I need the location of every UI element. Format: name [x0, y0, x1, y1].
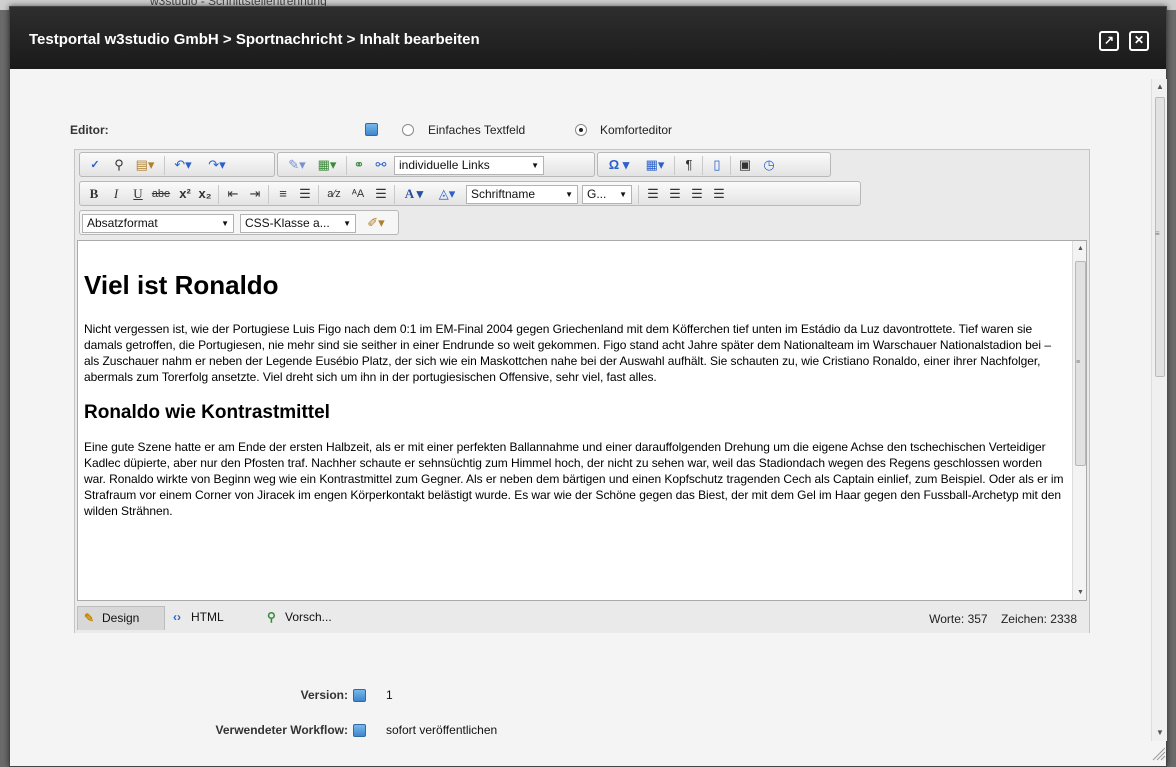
editor-select-row: Editor: Einfaches Textfeld Komforteditor [70, 121, 770, 141]
subscript-icon[interactable]: x₂ [196, 186, 214, 202]
scroll-down-icon[interactable]: ▼ [1152, 725, 1168, 741]
italic-icon[interactable]: I [108, 186, 124, 202]
font-color-icon[interactable]: A ▾ [400, 186, 428, 202]
justify-icon[interactable]: ☰ [710, 186, 728, 202]
toolbar-group-style: Absatzformat ▼ CSS-Klasse a... ▼ ✐▾ [79, 210, 399, 235]
version-label: Version: [300, 688, 348, 702]
align-left-icon[interactable]: ☰ [644, 186, 662, 202]
links-dropdown[interactable]: individuelle Links ▼ [394, 156, 544, 175]
version-value: 1 [386, 688, 393, 702]
word-count: Worte: 357 [929, 612, 988, 626]
clock-icon[interactable]: ◷ [760, 157, 778, 173]
toolbar-group-special: Ω ▾ ▦▾ ¶ ▯ ▣ ◷ [597, 152, 831, 177]
toolbar-group-edit: ✓ ⚲ ▤▾ ↶▾ ↷▾ [79, 152, 275, 177]
magnifier-icon: ⚲ [267, 610, 276, 624]
css-class-dropdown[interactable]: CSS-Klasse a... ▼ [240, 214, 356, 233]
align-center-icon[interactable]: ☰ [666, 186, 684, 202]
radio-comfort-label[interactable]: Komforteditor [600, 123, 672, 137]
bold-icon[interactable]: B [86, 186, 102, 202]
align-right-icon[interactable]: ☰ [688, 186, 706, 202]
tab-design[interactable]: ✎ Design [77, 606, 165, 630]
pencil-icon: ✎ [84, 611, 95, 625]
sort-icon[interactable]: a⁄z [324, 186, 344, 202]
doc-heading-2: Ronaldo wie Kontrastmittel [84, 402, 330, 423]
edit-dialog: Testportal w3studio GmbH > Sportnachrich… [9, 6, 1167, 767]
editor-content-area[interactable]: Viel ist Ronaldo Nicht vergessen ist, wi… [77, 240, 1087, 601]
doc-paragraph-1: Nicht vergessen ist, wie der Portugiese … [84, 322, 1051, 384]
redo-icon[interactable]: ↷▾ [204, 157, 230, 173]
dialog-content: Editor: Einfaches Textfeld Komforteditor… [10, 69, 1150, 766]
superscript-icon[interactable]: x² [176, 186, 194, 202]
workflow-label: Verwendeter Workflow: [215, 723, 348, 737]
highlight-icon[interactable]: ✎▾ [284, 157, 310, 173]
toolbar-row-1: ✓ ⚲ ▤▾ ↶▾ ↷▾ ✎▾ ▦▾ ⚭ ⚯ individuelle Link… [75, 150, 1089, 178]
table-icon[interactable]: ▦▾ [640, 157, 670, 173]
close-icon[interactable]: ✕ [1129, 31, 1149, 51]
paragraph-mark-icon[interactable]: ¶ [680, 157, 698, 173]
doc-heading-1: Viel ist Ronaldo [84, 270, 279, 300]
resize-handle-icon[interactable] [1150, 745, 1166, 761]
workflow-help-icon[interactable] [353, 724, 366, 737]
radio-comfort-editor[interactable] [575, 124, 587, 136]
tab-preview[interactable]: ⚲ Vorsch... [261, 606, 361, 630]
paste-icon[interactable]: ▤▾ [132, 157, 158, 173]
indent-icon[interactable]: ⇥ [246, 186, 264, 202]
background-color-icon[interactable]: ◬▾ [432, 186, 462, 202]
align-menu-icon[interactable]: ☰ [372, 186, 390, 202]
dialog-scrollbar[interactable]: ▲ ≡ ▼ [1151, 79, 1167, 741]
word-char-counts: Worte: 357 Zeichen: 2338 [929, 612, 1077, 626]
image-icon[interactable]: ▦▾ [314, 157, 340, 173]
format-brush-icon[interactable]: ✐▾ [360, 215, 392, 231]
toolbar-row-3: Absatzformat ▼ CSS-Klasse a... ▼ ✐▾ [75, 208, 1089, 236]
editor-label: Editor: [70, 123, 109, 137]
radio-simple-label[interactable]: Einfaches Textfeld [428, 123, 525, 137]
spellcheck-icon[interactable]: ✓ [86, 157, 104, 173]
case-icon[interactable]: ᴬA [348, 186, 368, 202]
toolbar-row-2: B I U abe x² x₂ ⇤ ⇥ ≡ ☰ a⁄z ᴬA ☰ A ▾ ◬▾ … [75, 179, 1089, 207]
editor-scrollbar[interactable]: ▲ ≡ ▼ [1072, 241, 1086, 600]
editor-status-bar: ✎ Design ‹› HTML ⚲ Vorsch... Worte: 357 Zei… [75, 603, 1089, 633]
toolbar-group-format: B I U abe x² x₂ ⇤ ⇥ ≡ ☰ a⁄z ᴬA ☰ A ▾ ◬▾ … [79, 181, 861, 206]
toolbar-group-insert: ✎▾ ▦▾ ⚭ ⚯ individuelle Links ▼ [277, 152, 595, 177]
dialog-title: Testportal w3studio GmbH > Sportnachrich… [29, 31, 480, 48]
dialog-titlebar[interactable]: Testportal w3studio GmbH > Sportnachrich… [10, 7, 1166, 69]
underline-icon[interactable]: U [130, 186, 146, 202]
editor-document: Viel ist Ronaldo Nicht vergessen ist, wi… [78, 241, 1072, 519]
font-size-dropdown[interactable]: G... ▼ [582, 185, 632, 204]
doc-paragraph-2: Eine gute Szene hatte er am Ende der ers… [84, 440, 1064, 518]
tab-html[interactable]: ‹› HTML [167, 606, 253, 630]
template-icon[interactable]: ▯ [708, 157, 726, 173]
numbered-list-icon[interactable]: ≡ [274, 186, 292, 202]
paragraph-format-dropdown[interactable]: Absatzformat ▼ [82, 214, 234, 233]
radio-simple-textfield[interactable] [402, 124, 414, 136]
source-icon[interactable]: ▣ [736, 157, 754, 173]
outdent-icon[interactable]: ⇤ [224, 186, 242, 202]
unlink-icon[interactable]: ⚯ [372, 157, 390, 173]
version-help-icon[interactable] [353, 689, 366, 702]
grip-icon: ≡ [1155, 229, 1160, 238]
strikethrough-icon[interactable]: abe [150, 186, 172, 202]
bullet-list-icon[interactable]: ☰ [296, 186, 314, 202]
find-icon[interactable]: ⚲ [110, 157, 128, 173]
link-icon[interactable]: ⚭ [350, 157, 368, 173]
scroll-up-icon[interactable]: ▲ [1152, 79, 1168, 95]
maximize-icon[interactable]: ↗ [1099, 31, 1119, 51]
editor-grip-icon: ≡ [1076, 359, 1081, 366]
rich-text-editor: ✓ ⚲ ▤▾ ↶▾ ↷▾ ✎▾ ▦▾ ⚭ ⚯ individuelle Link… [74, 149, 1090, 633]
workflow-value: sofort veröffentlichen [386, 723, 498, 737]
editor-scroll-up-icon[interactable]: ▲ [1073, 241, 1086, 256]
undo-icon[interactable]: ↶▾ [170, 157, 196, 173]
char-count: Zeichen: 2338 [1000, 612, 1077, 626]
font-name-dropdown[interactable]: Schriftname ▼ [466, 185, 578, 204]
help-icon[interactable] [365, 123, 378, 136]
editor-scroll-down-icon[interactable]: ▼ [1073, 585, 1086, 600]
symbol-icon[interactable]: Ω ▾ [602, 157, 636, 173]
code-icon: ‹› [173, 610, 181, 624]
